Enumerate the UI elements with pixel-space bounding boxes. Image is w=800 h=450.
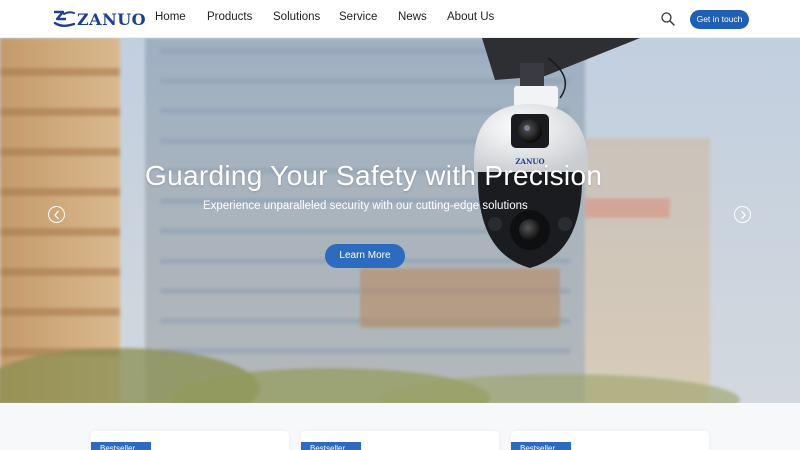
search-button[interactable] bbox=[660, 11, 676, 27]
chevron-right-icon bbox=[741, 210, 746, 220]
nav-item-home[interactable]: Home bbox=[155, 11, 186, 23]
get-in-touch-button[interactable]: Get in touch bbox=[690, 10, 749, 29]
learn-more-button[interactable]: Learn More bbox=[325, 244, 405, 268]
nav-item-about-us[interactable]: About Us bbox=[447, 11, 494, 23]
hero-title: Guarding Your Safety with Precision bbox=[145, 160, 603, 191]
site-header: ZANUO Home Products Solutions Service Ne… bbox=[0, 0, 800, 38]
hero-subtitle: Experience unparalleled security with ou… bbox=[203, 200, 528, 212]
nav-item-service[interactable]: Service bbox=[339, 11, 377, 23]
hero-banner: ZANUO Guarding Your Safety with Precisio… bbox=[0, 38, 800, 403]
product-card[interactable]: Bestseller bbox=[91, 431, 289, 450]
hero-background-image: ZANUO bbox=[0, 38, 800, 403]
logo[interactable]: ZANUO bbox=[52, 8, 146, 30]
logo-text: ZANUO bbox=[77, 9, 147, 29]
nav-item-news[interactable]: News bbox=[398, 11, 427, 23]
product-card[interactable]: Bestseller bbox=[301, 431, 499, 450]
bestseller-badge: Bestseller bbox=[91, 442, 151, 450]
logo-mark-icon bbox=[53, 10, 76, 27]
carousel-prev-button[interactable] bbox=[48, 206, 65, 223]
nav-item-products[interactable]: Products bbox=[207, 11, 252, 23]
product-card[interactable]: Bestseller bbox=[511, 431, 709, 450]
product-cards-section: Bestseller Bestseller Bestseller bbox=[0, 403, 800, 450]
bestseller-badge: Bestseller bbox=[301, 442, 361, 450]
carousel-next-button[interactable] bbox=[734, 206, 751, 223]
chevron-left-icon bbox=[54, 210, 59, 220]
search-icon bbox=[661, 12, 675, 26]
nav-item-solutions[interactable]: Solutions bbox=[273, 11, 320, 23]
bestseller-badge: Bestseller bbox=[511, 442, 571, 450]
